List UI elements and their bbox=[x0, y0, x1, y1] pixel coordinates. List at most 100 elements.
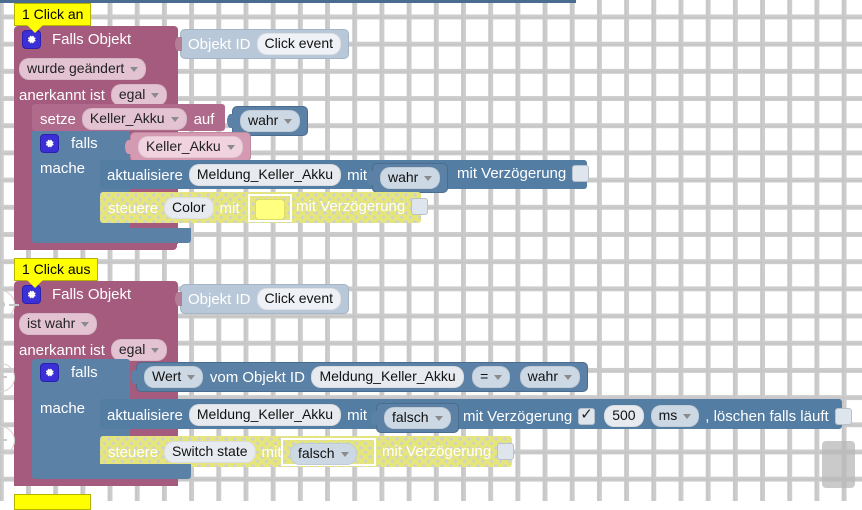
control-delay-checkbox-1[interactable] bbox=[411, 198, 429, 215]
compare-left-value: Wert bbox=[152, 368, 182, 384]
chevron-down-icon bbox=[340, 451, 349, 457]
control-block-1-row[interactable]: steuere Color mit bbox=[108, 197, 240, 219]
delay-checkbox-2[interactable] bbox=[578, 406, 596, 425]
control-target-1[interactable]: Color bbox=[164, 197, 214, 219]
if-block-2-foot bbox=[32, 464, 191, 479]
delay-unit-value: ms bbox=[658, 407, 678, 423]
if-label-2: falls bbox=[71, 364, 98, 381]
update-block-2-row[interactable]: aktualisiere Meldung_Keller_Akku mit bbox=[107, 404, 367, 426]
if-block-1-header[interactable]: falls bbox=[40, 134, 98, 153]
compare-left-dropdown[interactable]: Wert bbox=[144, 366, 204, 388]
comment-bubble-3[interactable] bbox=[14, 494, 91, 510]
compare-right-value: wahr bbox=[527, 368, 558, 384]
condition-dropdown-1[interactable]: wurde geändert bbox=[19, 58, 147, 80]
if-condition-expression-2[interactable]: Wert vom Objekt ID Meldung_Keller_Akku =… bbox=[131, 362, 588, 392]
update-delay-row-2[interactable]: mit Verzögerung 500 ms , löschen falls l… bbox=[463, 405, 852, 427]
connector-notch bbox=[175, 292, 182, 306]
connector-notch bbox=[131, 370, 138, 384]
control-label-2: steuere bbox=[108, 443, 159, 461]
delay-checkbox-1[interactable] bbox=[572, 165, 590, 182]
control-delay-row-2[interactable]: mit Verzögerung bbox=[382, 443, 515, 460]
comment-bubble-2[interactable]: 1 Click aus bbox=[14, 258, 99, 288]
object-id-block-2[interactable]: Objekt ID Click event bbox=[175, 284, 349, 314]
condition-dropdown-2-value: ist wahr bbox=[27, 315, 76, 331]
crosshair-arm-top bbox=[0, 286, 2, 296]
set-label: setze bbox=[40, 110, 76, 128]
ack-dropdown-1-value: egal bbox=[118, 86, 146, 102]
set-target-dropdown[interactable]: Keller_Akku bbox=[81, 108, 187, 130]
compare-right-dropdown[interactable]: wahr bbox=[519, 366, 580, 388]
control-block-2-row[interactable]: steuere Switch state mit bbox=[108, 441, 282, 463]
update-value-block-1[interactable]: wahr bbox=[367, 163, 449, 193]
blockly-workspace[interactable]: 1 Click an Falls Objekt Objekt ID Click … bbox=[0, 0, 862, 510]
compare-operator-dropdown[interactable]: = bbox=[472, 366, 511, 388]
control-value-dropdown-2[interactable]: falsch bbox=[290, 443, 357, 465]
set-mid-label: auf bbox=[193, 110, 215, 128]
ack-label-1: anerkannt ist bbox=[19, 86, 105, 104]
crosshair-arm-right bbox=[9, 303, 19, 306]
chevron-down-icon bbox=[130, 66, 139, 72]
compare-object-id[interactable]: Meldung_Keller_Akku bbox=[311, 366, 464, 388]
connector-notch bbox=[227, 114, 234, 128]
ack-label-2: anerkannt ist bbox=[19, 341, 105, 359]
control-delay-checkbox-2[interactable] bbox=[497, 443, 515, 460]
update-target-1[interactable]: Meldung_Keller_Akku bbox=[188, 164, 342, 186]
condition-dropdown-1-value: wurde geändert bbox=[27, 60, 125, 76]
comment-bubble-1[interactable]: 1 Click an bbox=[14, 3, 92, 33]
control-target-2[interactable]: Switch state bbox=[164, 441, 256, 463]
update-value-text-1: wahr bbox=[388, 169, 419, 185]
if-condition-1-dropdown[interactable]: Keller_Akku bbox=[138, 136, 243, 158]
clear-checkbox-2[interactable] bbox=[834, 407, 852, 425]
update-value-dropdown-2[interactable]: falsch bbox=[384, 407, 451, 429]
condition-dropdown-2[interactable]: ist wahr bbox=[19, 313, 98, 335]
if-condition-1[interactable]: Keller_Akku bbox=[125, 132, 251, 162]
event-1-condition-row[interactable]: wurde geändert bbox=[19, 58, 147, 80]
vertical-scrollbar[interactable] bbox=[822, 441, 855, 488]
plus-icon-h bbox=[0, 376, 7, 378]
update-value-block-2[interactable]: falsch bbox=[371, 403, 459, 433]
ack-dropdown-2[interactable]: egal bbox=[110, 339, 168, 361]
set-value-dropdown[interactable]: wahr bbox=[240, 110, 301, 132]
update-target-2[interactable]: Meldung_Keller_Akku bbox=[188, 404, 342, 426]
update-delay-row-1[interactable]: mit Verzögerung bbox=[457, 165, 590, 182]
control-delay-row-1[interactable]: mit Verzögerung bbox=[296, 198, 429, 215]
update-value-dropdown-1[interactable]: wahr bbox=[380, 167, 441, 189]
delay-label-2: mit Verzögerung bbox=[463, 407, 573, 425]
chevron-down-icon bbox=[226, 144, 235, 150]
event-1-title: Falls Objekt bbox=[52, 31, 132, 48]
crosshair-icon bbox=[0, 300, 5, 309]
gear-icon[interactable] bbox=[40, 363, 59, 382]
chevron-down-icon bbox=[424, 175, 433, 181]
if-label-1: falls bbox=[71, 135, 98, 152]
comment-text: 1 Click an bbox=[22, 6, 84, 22]
crosshair-arm-bottom bbox=[0, 313, 2, 323]
if-block-2-header[interactable]: falls bbox=[40, 363, 98, 382]
event-1-ack-row[interactable]: anerkannt ist egal bbox=[19, 84, 168, 106]
control-value-row-2[interactable]: falsch bbox=[290, 443, 357, 465]
delay-label-1: mit Verzögerung bbox=[457, 165, 567, 182]
gear-icon[interactable] bbox=[40, 134, 59, 153]
comment-tail bbox=[27, 25, 43, 33]
object-id-value[interactable]: Click event bbox=[256, 288, 341, 310]
chevron-down-icon bbox=[683, 413, 692, 419]
chevron-down-icon bbox=[564, 374, 572, 380]
event-2-ack-row[interactable]: anerkannt ist egal bbox=[19, 339, 168, 361]
minus-icon bbox=[0, 439, 7, 441]
control-delay-label-2: mit Verzögerung bbox=[382, 443, 492, 460]
object-id-block-1[interactable]: Objekt ID Click event bbox=[175, 29, 349, 59]
update-block-1-row[interactable]: aktualisiere Meldung_Keller_Akku mit bbox=[107, 164, 367, 186]
object-id-value[interactable]: Click event bbox=[256, 33, 341, 55]
chevron-down-icon bbox=[434, 415, 443, 421]
set-target-value: Keller_Akku bbox=[89, 110, 165, 126]
ack-dropdown-2-value: egal bbox=[118, 341, 146, 357]
delay-unit-dropdown[interactable]: ms bbox=[650, 405, 700, 427]
color-swatch-1[interactable] bbox=[255, 199, 285, 220]
chevron-down-icon bbox=[494, 374, 503, 380]
update-label-1: aktualisiere bbox=[107, 166, 183, 184]
event-2-condition-row[interactable]: ist wahr bbox=[19, 313, 98, 335]
set-block-1-row[interactable]: setze Keller_Akku auf bbox=[40, 108, 214, 130]
chevron-down-icon bbox=[151, 92, 160, 98]
ack-dropdown-1[interactable]: egal bbox=[110, 84, 168, 106]
chevron-down-icon bbox=[284, 118, 293, 124]
delay-value-field[interactable]: 500 bbox=[604, 405, 644, 427]
